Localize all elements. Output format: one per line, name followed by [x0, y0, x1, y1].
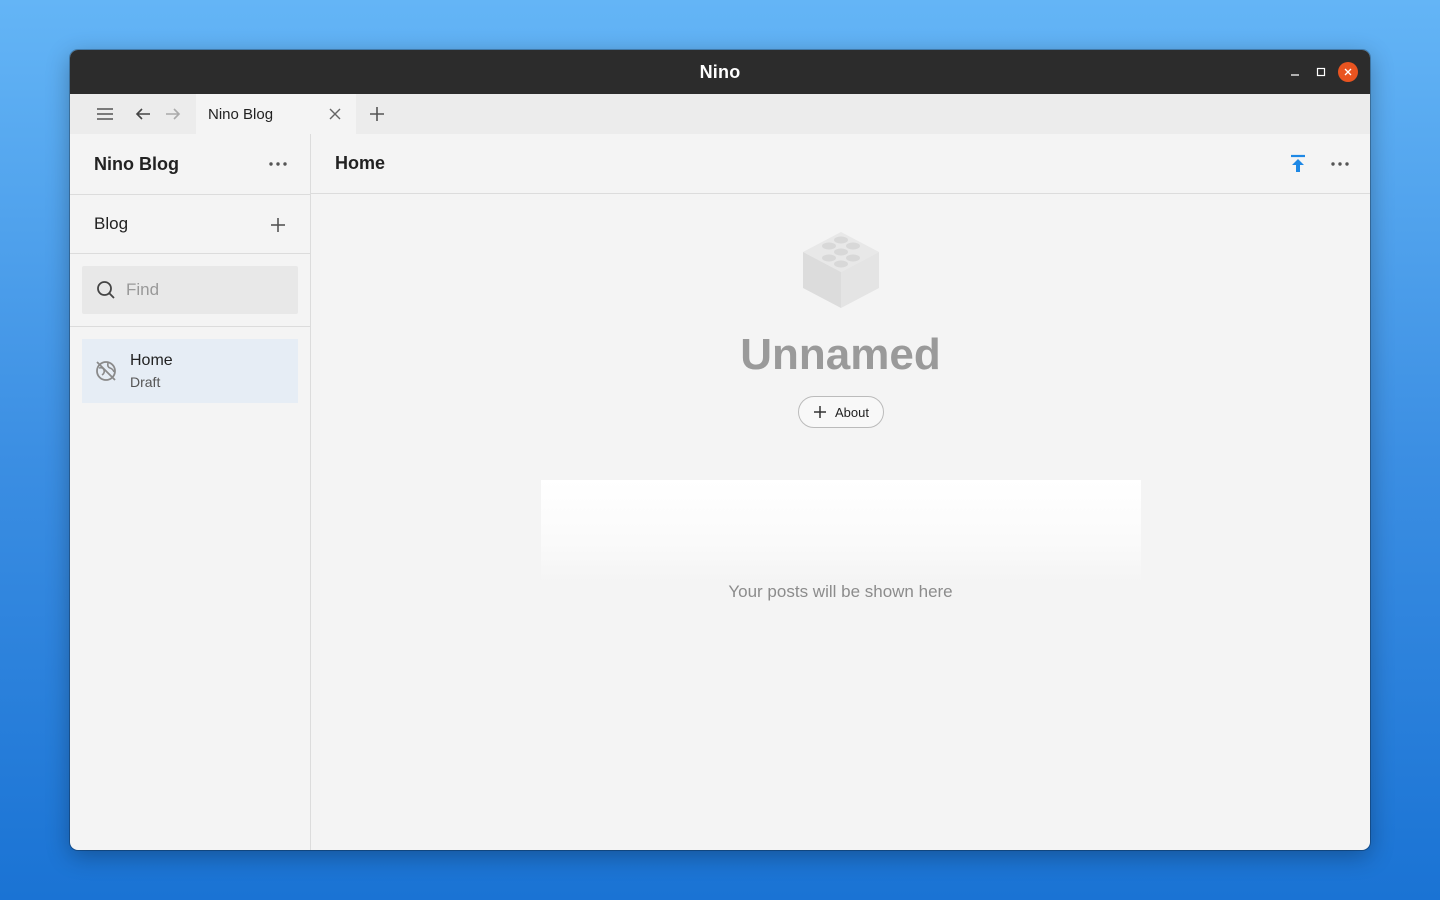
blog-options-button[interactable]: [264, 150, 292, 178]
page-title: Home: [335, 153, 386, 173]
page-item-name: Home: [130, 352, 173, 369]
plus-icon: [271, 218, 285, 232]
main-panel: Home Unnamed About Your posts will be sh…: [311, 134, 1370, 850]
hamburger-menu-icon: [97, 108, 113, 120]
window-controls: [1286, 62, 1358, 82]
more-horizontal-icon: [1331, 162, 1349, 166]
title-bar: Nino: [70, 50, 1370, 94]
page-item-status: Draft: [130, 374, 161, 390]
close-icon: [329, 108, 341, 120]
about-label: About: [835, 404, 869, 420]
publish-button[interactable]: [1284, 150, 1312, 178]
content-area: Nino Blog Blog Find Home Draft Home Unna…: [70, 134, 1370, 850]
arrow-left-icon: [135, 108, 150, 120]
page-list: Home Draft: [70, 327, 310, 415]
new-tab-button[interactable]: [364, 102, 390, 126]
plus-icon: [814, 406, 826, 418]
section-label: Blog: [94, 214, 129, 233]
minimize-button[interactable]: [1286, 63, 1304, 81]
more-horizontal-icon: [269, 162, 287, 166]
add-page-button[interactable]: [264, 211, 292, 239]
site-title[interactable]: Unnamed: [311, 330, 1370, 380]
tab-bar: Nino Blog: [70, 94, 1370, 134]
publish-icon: [1291, 154, 1305, 172]
tab-nino-blog[interactable]: Nino Blog: [196, 94, 356, 134]
page-options-button[interactable]: [1326, 150, 1354, 178]
close-window-button[interactable]: [1338, 62, 1358, 82]
page-item-texts: Home Draft: [130, 352, 173, 390]
app-window: Nino Nino Blog Nino Blog Blog Find Home …: [70, 50, 1370, 850]
main-header: Home: [311, 134, 1370, 194]
maximize-icon: [1316, 67, 1326, 77]
search-input[interactable]: [126, 280, 276, 300]
forward-button[interactable]: [158, 94, 188, 134]
globe-off-icon: [96, 361, 116, 381]
brick-logo-icon: [803, 232, 879, 308]
sidebar: Nino Blog Blog Find Home Draft: [70, 134, 311, 850]
plus-icon: [370, 107, 384, 121]
add-about-button[interactable]: About: [798, 396, 884, 428]
back-button[interactable]: [128, 94, 158, 134]
window-title: Nino: [699, 61, 741, 82]
minimize-icon: [1291, 74, 1299, 76]
close-tab-button[interactable]: [326, 105, 344, 123]
sidebar-title: Nino Blog: [94, 153, 179, 174]
search-container: [70, 254, 310, 327]
menu-button[interactable]: [90, 94, 120, 134]
maximize-button[interactable]: [1312, 63, 1330, 81]
sidebar-header: Nino Blog: [70, 134, 310, 194]
page-preview: Unnamed About Your posts will be shown h…: [311, 194, 1370, 850]
search-icon: [97, 281, 115, 299]
page-item-home[interactable]: Home Draft: [82, 339, 298, 403]
posts-placeholder-card: [541, 480, 1141, 584]
close-icon: [1344, 68, 1352, 76]
search-box: [82, 266, 298, 314]
posts-empty-message: Your posts will be shown here: [728, 582, 953, 601]
arrow-right-icon: [166, 108, 181, 120]
blog-section-header: Blog: [70, 194, 310, 254]
tab-label: Nino Blog: [208, 105, 274, 123]
